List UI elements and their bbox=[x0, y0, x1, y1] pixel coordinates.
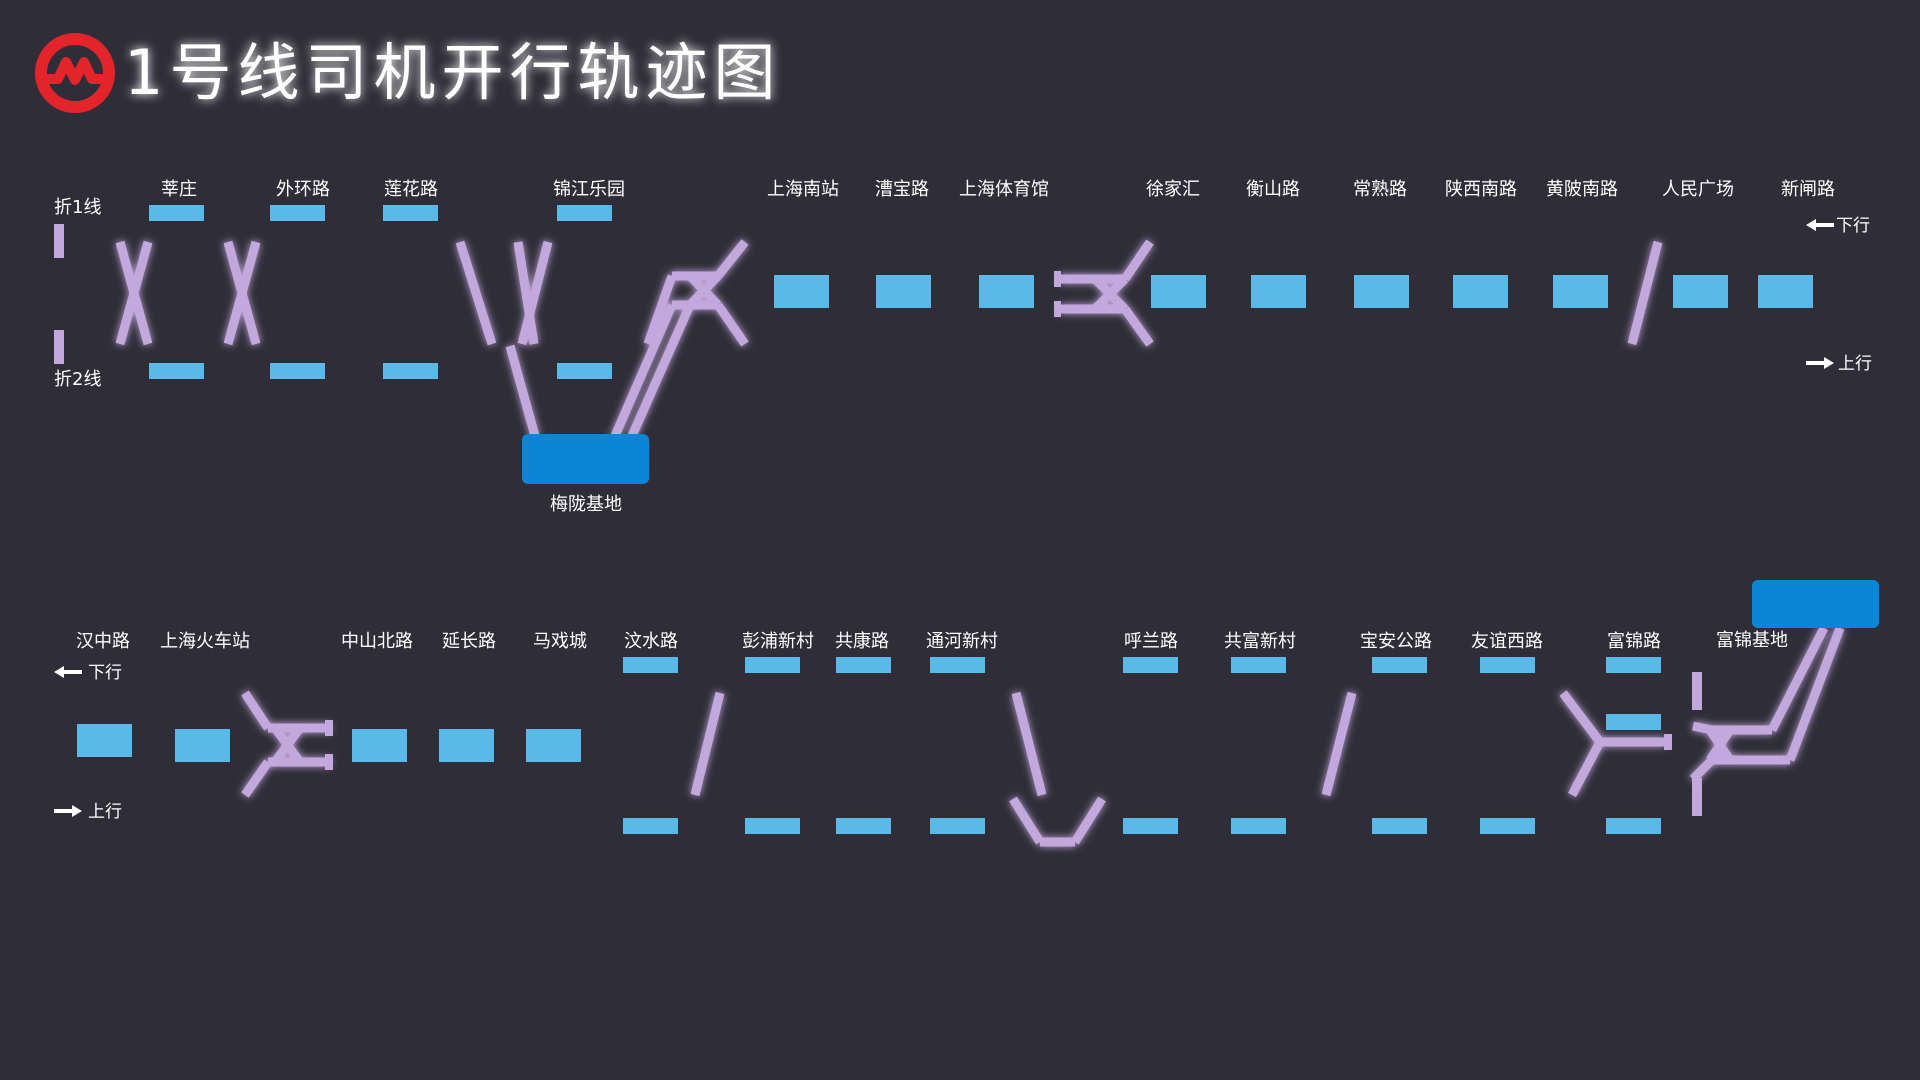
platform bbox=[836, 657, 891, 673]
platform bbox=[270, 363, 325, 379]
turnback-2-label: 折2线 bbox=[54, 369, 101, 390]
island-platform bbox=[979, 275, 1034, 308]
station-label: 通河新村 bbox=[926, 631, 998, 652]
platform bbox=[149, 205, 204, 221]
platform bbox=[270, 205, 325, 221]
island-platform bbox=[439, 729, 494, 762]
island-platform bbox=[352, 729, 407, 762]
island-platform bbox=[1758, 275, 1813, 308]
station-label: 新闸路 bbox=[1781, 179, 1835, 200]
lower-station-labels: 汉中路 上海火车站 中山北路 延长路 马戏城 汶水路 彭浦新村 共康路 通河新村… bbox=[76, 631, 1661, 652]
lower-section: 富锦基地 下行 上行 汉中路 上海火车站 中山北路 延长路 马戏城 汶水路 彭浦… bbox=[54, 580, 1879, 847]
station-label: 友谊西路 bbox=[1471, 631, 1543, 652]
station-label: 徐家汇 bbox=[1146, 179, 1200, 200]
up-direction-arrow-icon bbox=[54, 805, 82, 817]
platform bbox=[930, 818, 985, 834]
page-title: 1号线司机开行轨迹图 bbox=[124, 36, 781, 109]
buffer-stop-4 bbox=[1692, 778, 1702, 816]
platform bbox=[1123, 818, 1178, 834]
turnback-1-label: 折1线 bbox=[54, 197, 101, 218]
metro-logo-icon bbox=[35, 33, 115, 113]
platform bbox=[1372, 818, 1427, 834]
down-label: 下行 bbox=[1836, 216, 1870, 236]
station-label: 彭浦新村 bbox=[742, 631, 814, 652]
island-platform bbox=[77, 724, 132, 757]
station-label: 富锦路 bbox=[1607, 631, 1661, 652]
platform bbox=[930, 657, 985, 673]
platform bbox=[1606, 657, 1661, 673]
platform bbox=[1606, 714, 1661, 730]
buffer-stop-3 bbox=[1692, 672, 1702, 710]
platform bbox=[623, 818, 678, 834]
platform bbox=[383, 363, 438, 379]
station-label: 上海南站 bbox=[767, 179, 839, 200]
island-platform bbox=[1151, 275, 1206, 308]
platform bbox=[149, 363, 204, 379]
meilong-depot bbox=[522, 434, 649, 484]
platform bbox=[745, 657, 800, 673]
island-platform bbox=[774, 275, 829, 308]
station-label: 漕宝路 bbox=[875, 179, 929, 200]
platform bbox=[557, 205, 612, 221]
platform bbox=[745, 818, 800, 834]
island-platform bbox=[1354, 275, 1409, 308]
platform bbox=[557, 363, 612, 379]
platform bbox=[836, 818, 891, 834]
station-label: 延长路 bbox=[442, 631, 496, 652]
station-label: 锦江乐园 bbox=[553, 179, 625, 200]
island-platform bbox=[876, 275, 931, 308]
down-direction-arrow-icon bbox=[54, 666, 82, 678]
platform bbox=[1231, 818, 1286, 834]
island-platform bbox=[526, 729, 581, 762]
station-label: 常熟路 bbox=[1353, 179, 1407, 200]
upper-section: 梅陇基地 折1线 折2线 下行 上行 莘庄 外环路 莲花路 锦江乐园 上海南站 … bbox=[54, 179, 1872, 515]
platform bbox=[1480, 818, 1535, 834]
station-label: 共富新村 bbox=[1224, 631, 1296, 652]
depot-label: 梅陇基地 bbox=[550, 494, 622, 515]
depot-label: 富锦基地 bbox=[1716, 630, 1788, 651]
station-label: 上海体育馆 bbox=[959, 179, 1049, 200]
island-platform bbox=[1251, 275, 1306, 308]
station-label: 黄陂南路 bbox=[1546, 179, 1618, 200]
station-label: 呼兰路 bbox=[1124, 631, 1178, 652]
island-platform bbox=[1673, 275, 1728, 308]
station-label: 衡山路 bbox=[1246, 179, 1300, 200]
track-diagram: 1号线司机开行轨迹图 梅陇基地 折1线 折2线 下行 上行 莘庄 外环路 莲花路… bbox=[35, 33, 1879, 847]
platform bbox=[1480, 657, 1535, 673]
buffer-stop-2 bbox=[54, 330, 64, 364]
station-label: 莘庄 bbox=[161, 179, 197, 200]
station-label: 共康路 bbox=[835, 631, 889, 652]
upper-station-labels: 莘庄 外环路 莲花路 锦江乐园 上海南站 漕宝路 上海体育馆 徐家汇 衡山路 常… bbox=[161, 179, 1835, 200]
fujin-depot bbox=[1752, 580, 1879, 628]
station-label: 外环路 bbox=[276, 179, 330, 200]
platform bbox=[623, 657, 678, 673]
island-platform bbox=[175, 729, 230, 762]
station-label: 马戏城 bbox=[533, 631, 587, 652]
station-label: 人民广场 bbox=[1662, 179, 1734, 200]
station-label: 宝安公路 bbox=[1360, 631, 1432, 652]
up-label: 上行 bbox=[1838, 354, 1872, 374]
platform bbox=[1606, 818, 1661, 834]
buffer-stop-1 bbox=[54, 224, 64, 258]
up-direction-arrow-icon bbox=[1806, 357, 1834, 369]
platform bbox=[1372, 657, 1427, 673]
upper-crossovers bbox=[115, 239, 1663, 438]
upper-platforms bbox=[149, 205, 1813, 379]
station-label: 陕西南路 bbox=[1445, 179, 1517, 200]
down-direction-arrow-icon bbox=[1806, 219, 1834, 231]
platform bbox=[1123, 657, 1178, 673]
island-platform bbox=[1453, 275, 1508, 308]
up-label: 上行 bbox=[88, 802, 122, 822]
island-platform bbox=[1553, 275, 1608, 308]
station-label: 中山北路 bbox=[341, 631, 413, 652]
station-label: 汉中路 bbox=[76, 631, 130, 652]
station-label: 汶水路 bbox=[624, 631, 678, 652]
station-label: 莲花路 bbox=[384, 179, 438, 200]
lower-platforms bbox=[77, 657, 1661, 834]
platform bbox=[383, 205, 438, 221]
platform bbox=[1231, 657, 1286, 673]
down-label: 下行 bbox=[88, 663, 122, 683]
station-label: 上海火车站 bbox=[160, 631, 250, 652]
